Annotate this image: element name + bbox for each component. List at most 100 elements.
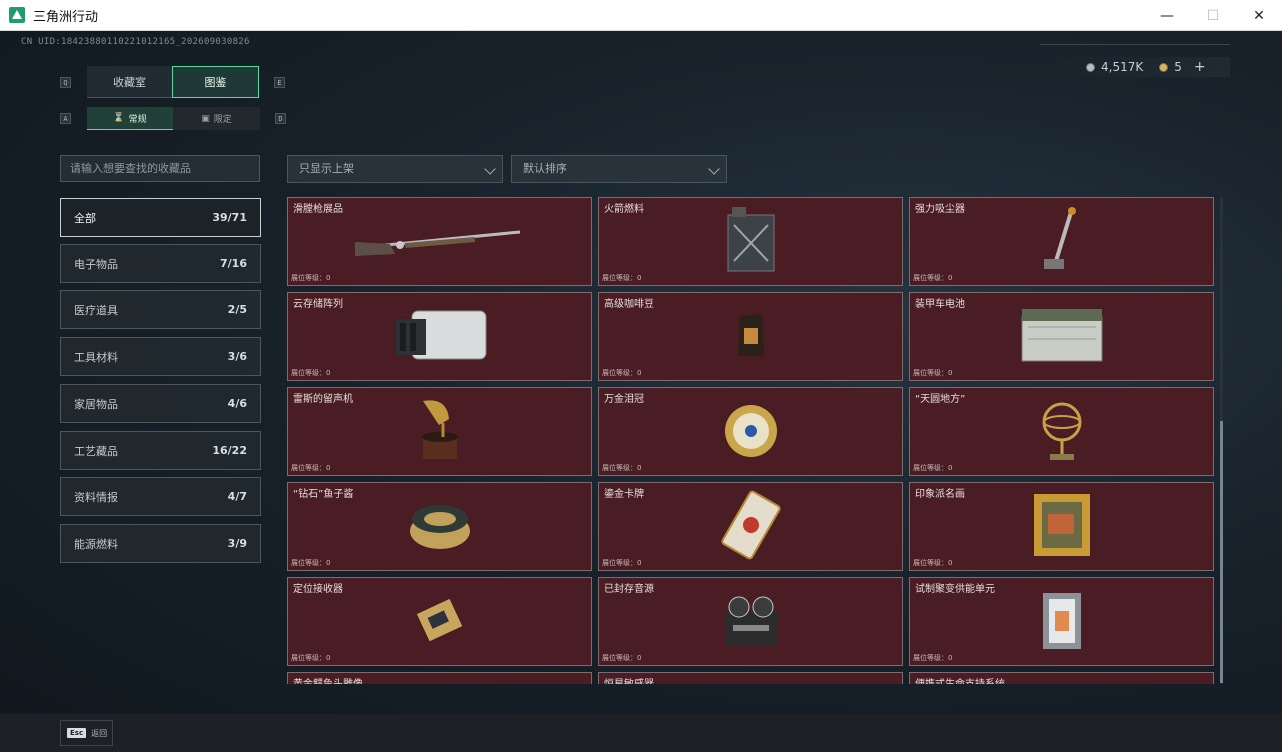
collectible-card[interactable]: “钻石”鱼子酱 展位等级：0 bbox=[287, 482, 592, 571]
collectible-card[interactable]: 鎏金卡牌展位等级：0 bbox=[598, 482, 903, 571]
item-grid: 滑膛枪展品 展位等级：0 火箭燃料 展位等级：0 强力吸尘器 展位等级：0 云存储阵列 展位等… bbox=[287, 197, 1217, 684]
collectible-card[interactable]: 滑膛枪展品展位等级：0 bbox=[287, 197, 592, 286]
fusion-cell-icon bbox=[1037, 585, 1087, 659]
collectible-name: 雷斯的留声机 bbox=[293, 394, 353, 405]
booth-level: 展位等级：0 bbox=[602, 369, 642, 377]
key-hint-d: D bbox=[275, 113, 286, 124]
collectible-card[interactable]: 高级咖啡豆 展位等级：0 bbox=[598, 292, 903, 381]
tape-recorder-icon bbox=[719, 591, 783, 653]
category-label: 家居物品 bbox=[74, 397, 118, 411]
scrollbar-thumb[interactable] bbox=[1220, 421, 1223, 683]
category-item[interactable]: 资料情报 4/7 bbox=[60, 477, 261, 516]
collectible-name: 强力吸尘器 bbox=[915, 204, 965, 215]
tab-collection-room[interactable]: 收藏室 bbox=[87, 66, 172, 98]
collectible-card[interactable]: “天圆地方” 展位等级：0 bbox=[909, 387, 1214, 476]
add-currency-button[interactable]: + bbox=[1194, 59, 1206, 75]
collectible-card[interactable]: 云存储阵列 展位等级：0 bbox=[287, 292, 592, 381]
collectible-card[interactable]: 火箭燃料 展位等级：0 bbox=[598, 197, 903, 286]
category-count: 4/7 bbox=[227, 490, 247, 503]
category-label: 全部 bbox=[74, 211, 96, 225]
limited-icon: ▣ bbox=[201, 113, 210, 124]
caviar-tin-icon bbox=[408, 497, 472, 557]
collectible-name: 便携式生命支持系统 bbox=[915, 675, 1005, 684]
collectible-name: 恒星敏感器 bbox=[604, 675, 654, 684]
category-item[interactable]: 电子物品 7/16 bbox=[60, 244, 261, 283]
category-item[interactable]: 工艺藏品 16/22 bbox=[60, 431, 261, 470]
category-label: 医疗道具 bbox=[74, 303, 118, 317]
booth-level: 展位等级：0 bbox=[291, 654, 331, 662]
collectible-card[interactable]: 便携式生命支持系统 bbox=[909, 672, 1214, 684]
collectible-card[interactable]: 黄金鳄鱼头雕像 bbox=[287, 672, 592, 684]
collectible-name: “天圆地方” bbox=[915, 394, 966, 405]
category-label: 资料情报 bbox=[74, 490, 118, 504]
booth-level: 展位等级：0 bbox=[913, 274, 953, 282]
collectible-name: 滑膛枪展品 bbox=[293, 204, 343, 215]
collectible-card[interactable]: 万金泪冠 展位等级：0 bbox=[598, 387, 903, 476]
booth-level: 展位等级：0 bbox=[291, 369, 331, 377]
category-count: 2/5 bbox=[227, 303, 247, 316]
category-item[interactable]: 全部 39/71 bbox=[60, 198, 261, 237]
booth-level: 展位等级：0 bbox=[291, 464, 331, 472]
collectible-card[interactable]: 恒星敏感器 bbox=[598, 672, 903, 684]
back-button[interactable]: Esc 返回 bbox=[60, 720, 113, 746]
maximize-button[interactable]: ☐ bbox=[1190, 0, 1236, 31]
category-label: 能源燃料 bbox=[74, 537, 118, 551]
subtab-normal-label: 常规 bbox=[128, 114, 147, 125]
booth-level: 展位等级：0 bbox=[291, 559, 331, 567]
booth-level: 展位等级：0 bbox=[913, 559, 953, 567]
booth-level: 展位等级：0 bbox=[602, 654, 642, 662]
category-item[interactable]: 家居物品 4/6 bbox=[60, 384, 261, 423]
category-item[interactable]: 能源燃料 3/9 bbox=[60, 524, 261, 563]
collectible-card[interactable]: 印象派名画 展位等级：0 bbox=[909, 482, 1214, 571]
bottom-bar bbox=[0, 714, 1282, 752]
shelf-filter-dropdown[interactable]: 只显示上架 bbox=[287, 155, 503, 183]
category-item[interactable]: 医疗道具 2/5 bbox=[60, 290, 261, 329]
sort-dropdown[interactable]: 默认排序 bbox=[511, 155, 727, 183]
booth-level: 展位等级：0 bbox=[913, 464, 953, 472]
key-hint-e: E bbox=[274, 77, 285, 88]
collectible-card[interactable]: 雷斯的留声机 展位等级：0 bbox=[287, 387, 592, 476]
collectible-name: 定位接收器 bbox=[293, 584, 343, 595]
key-hint-a: A bbox=[60, 113, 71, 124]
booth-level: 展位等级：0 bbox=[602, 559, 642, 567]
search-input[interactable]: 请输入想要查找的收藏品 bbox=[60, 155, 260, 182]
collectible-name: “钻石”鱼子酱 bbox=[293, 489, 354, 500]
battery-icon bbox=[1018, 305, 1106, 369]
collectible-card[interactable]: 定位接收器展位等级：0 bbox=[287, 577, 592, 666]
chevron-down-icon bbox=[708, 163, 720, 175]
musket-icon bbox=[350, 220, 530, 264]
app-logo-icon bbox=[9, 7, 25, 23]
armillary-sphere-icon bbox=[1040, 398, 1084, 466]
window-titlebar: 三角洲行动 — ☐ ✕ bbox=[0, 0, 1282, 31]
receiver-icon bbox=[410, 591, 470, 653]
category-item[interactable]: 工具材料 3/6 bbox=[60, 337, 261, 376]
coffee-bag-icon bbox=[736, 310, 766, 364]
booth-level: 展位等级：0 bbox=[602, 274, 642, 282]
category-label: 工具材料 bbox=[74, 350, 118, 364]
chevron-down-icon bbox=[484, 163, 496, 175]
ticket-icon bbox=[1159, 62, 1169, 72]
category-count: 39/71 bbox=[212, 211, 247, 224]
shelf-filter-label: 只显示上架 bbox=[299, 162, 354, 175]
collectible-name: 装甲车电池 bbox=[915, 299, 965, 310]
booth-level: 展位等级：0 bbox=[291, 274, 331, 282]
collectible-card[interactable]: 试制聚变供能单元 展位等级：0 bbox=[909, 577, 1214, 666]
collectible-card[interactable]: 装甲车电池展位等级：0 bbox=[909, 292, 1214, 381]
normal-icon: ⌛ bbox=[113, 113, 125, 123]
collectible-card[interactable]: 已封存音源 展位等级：0 bbox=[598, 577, 903, 666]
gilded-card-icon bbox=[716, 489, 786, 565]
subtab-limited[interactable]: ▣ 限定 bbox=[173, 107, 260, 130]
storage-array-icon bbox=[392, 307, 488, 367]
category-count: 3/6 bbox=[227, 350, 247, 363]
jeweled-egg-icon bbox=[721, 397, 781, 467]
close-button[interactable]: ✕ bbox=[1236, 0, 1282, 31]
booth-level: 展位等级：0 bbox=[913, 369, 953, 377]
collectible-card[interactable]: 强力吸尘器展位等级：0 bbox=[909, 197, 1214, 286]
game-viewport: CN UID:18423880110221012165_202609030826… bbox=[0, 31, 1282, 752]
tab-catalog[interactable]: 图鉴 bbox=[172, 66, 259, 98]
minimize-button[interactable]: — bbox=[1144, 0, 1190, 31]
player-uid: CN UID:18423880110221012165_202609030826 bbox=[21, 37, 250, 47]
subtab-normal[interactable]: ⌛ 常规 bbox=[87, 107, 173, 130]
category-count: 7/16 bbox=[220, 257, 247, 270]
collectible-name: 鎏金卡牌 bbox=[604, 489, 644, 500]
